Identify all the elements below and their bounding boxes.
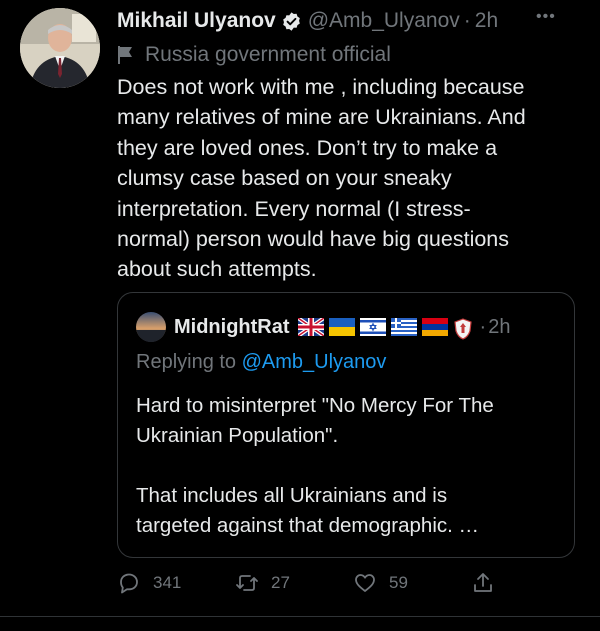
replying-prefix: Replying to: [136, 351, 242, 373]
reply-icon: [120, 573, 138, 594]
avatar-photo-icon: [20, 8, 100, 88]
government-label-text: Russia government official: [145, 43, 391, 66]
share-icon: [474, 573, 492, 592]
share-button[interactable]: [471, 566, 507, 600]
retweet-button[interactable]: 27: [235, 566, 290, 600]
tweet-header: Mikhail Ulyanov @Amb_Ulyanov · 2h: [117, 6, 584, 36]
more-options-icon[interactable]: •••: [536, 8, 600, 26]
replying-mention-link[interactable]: @Amb_Ulyanov: [242, 351, 387, 373]
armenia-flag-icon: [421, 318, 448, 336]
ukraine-flag-icon: [328, 318, 355, 336]
retweet-icon: [236, 575, 258, 591]
quoted-timestamp[interactable]: 2h: [488, 316, 510, 339]
tweet[interactable]: Mikhail Ulyanov @Amb_Ulyanov · 2h ••• Ru…: [0, 0, 600, 631]
shield-emblem-icon: [453, 318, 473, 340]
author-name[interactable]: Mikhail Ulyanov: [117, 9, 276, 33]
heart-icon: [355, 574, 375, 592]
israel-flag-icon: [359, 318, 386, 336]
government-label: Russia government official: [117, 42, 391, 68]
quoted-separator-dot: ·: [479, 315, 487, 338]
reply-count: 341: [153, 573, 182, 592]
quoted-avatar: [136, 312, 166, 342]
like-button[interactable]: 59: [353, 566, 408, 600]
uk-flag-icon: [296, 316, 325, 338]
tweet-text: Does not work with me , including becaus…: [117, 75, 526, 282]
retweet-count: 27: [271, 573, 290, 592]
replying-to: Replying to @Amb_Ulyanov: [136, 351, 386, 374]
quoted-tweet[interactable]: MidnightRat · 2h Replying to @Amb_Ulyano…: [117, 292, 575, 558]
quoted-author-name[interactable]: MidnightRat: [174, 316, 290, 339]
quoted-tweet-text: Hard to misinterpret "No Mercy For The U…: [136, 394, 494, 537]
greece-flag-icon: [390, 318, 417, 336]
avatar[interactable]: [20, 8, 100, 88]
like-count: 59: [389, 573, 408, 592]
sunset-avatar-icon: [136, 312, 166, 342]
divider: [0, 616, 600, 617]
timestamp[interactable]: 2h: [475, 9, 498, 33]
separator-dot: ·: [463, 9, 471, 32]
author-handle[interactable]: @Amb_Ulyanov: [308, 9, 460, 33]
verified-badge-icon: [281, 11, 302, 32]
flag-emojis: [296, 316, 478, 340]
reply-button[interactable]: 341: [117, 566, 181, 600]
tweet-actions: 341 27 59: [117, 566, 587, 600]
flag-icon: [118, 46, 132, 64]
quoted-tweet-header: MidnightRat · 2h: [136, 312, 510, 342]
